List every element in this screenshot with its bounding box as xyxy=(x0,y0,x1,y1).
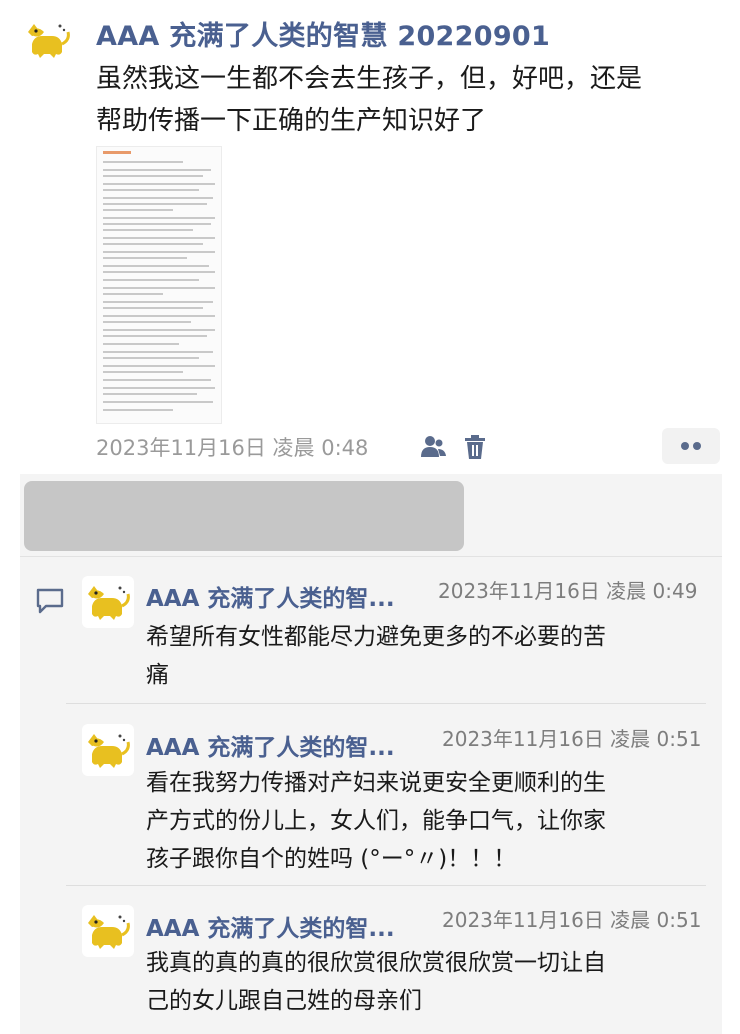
comment-text-line: 痛 xyxy=(146,662,169,688)
visibility-people-icon[interactable] xyxy=(418,432,448,462)
comment-author-name[interactable]: AAA 充满了人类的智... xyxy=(146,909,395,943)
more-dots-button[interactable] xyxy=(662,428,720,464)
post-author-name[interactable]: AAA 充满了人类的智慧 20220901 xyxy=(96,14,550,53)
comment-text: 我真的真的真的很欣赏很欣赏很欣赏一切让自 己的女儿跟自己姓的母亲们 xyxy=(146,944,706,1020)
post-author-avatar[interactable] xyxy=(22,14,74,66)
comment-text: 希望所有女性都能尽力避免更多的不必要的苦 痛 xyxy=(146,618,706,694)
cat-avatar-icon xyxy=(88,915,130,949)
post-image-thumbnail[interactable] xyxy=(96,146,222,424)
comment-timestamp: 2023年11月16日 凌晨 0:51 xyxy=(442,727,702,751)
comment-author-avatar[interactable] xyxy=(82,724,134,776)
post-timestamp: 2023年11月16日 凌晨 0:48 xyxy=(96,436,369,460)
likes-redacted-area xyxy=(24,481,464,551)
trash-icon[interactable] xyxy=(460,432,490,462)
comment-author-name[interactable]: AAA 充满了人类的智... xyxy=(146,579,395,613)
comment-text: 看在我努力传播对产妇来说更安全更顺利的生 产方式的份儿上，女人们，能争口气，让你… xyxy=(146,764,706,878)
comment-author-name[interactable]: AAA 充满了人类的智... xyxy=(146,728,395,762)
more-dots-icon xyxy=(681,442,689,450)
comment-text-line: 己的女儿跟自己姓的母亲们 xyxy=(146,988,422,1014)
comment-text-line: 我真的真的真的很欣赏很欣赏很欣赏一切让自 xyxy=(146,950,606,976)
post-text-line: 帮助传播一下正确的生产知识好了 xyxy=(96,106,487,136)
comment-author-avatar[interactable] xyxy=(82,905,134,957)
post-text-line: 虽然我这一生都不会去生孩子，但，好吧，还是 xyxy=(96,64,643,94)
post-body-text: 虽然我这一生都不会去生孩子，但，好吧，还是 帮助传播一下正确的生产知识好了 xyxy=(96,58,726,142)
cat-avatar-icon xyxy=(22,14,74,66)
comment-divider xyxy=(66,885,706,886)
comment-text-line: 希望所有女性都能尽力避免更多的不必要的苦 xyxy=(146,624,606,650)
cat-avatar-icon xyxy=(88,734,130,768)
panel-divider xyxy=(20,556,722,557)
comment-timestamp: 2023年11月16日 凌晨 0:49 xyxy=(438,579,698,603)
comment-divider xyxy=(66,703,706,704)
comment-text-line: 看在我努力传播对产妇来说更安全更顺利的生 xyxy=(146,770,606,796)
comment-timestamp: 2023年11月16日 凌晨 0:51 xyxy=(442,908,702,932)
comment-bubble-icon xyxy=(36,588,64,614)
cat-avatar-icon xyxy=(88,586,130,620)
comment-author-avatar[interactable] xyxy=(82,576,134,628)
comment-text-line: 产方式的份儿上，女人们，能争口气，让你家 xyxy=(146,808,606,834)
comment-text-line: 孩子跟你自个的姓吗 (°ー°〃)！！！ xyxy=(146,846,517,872)
